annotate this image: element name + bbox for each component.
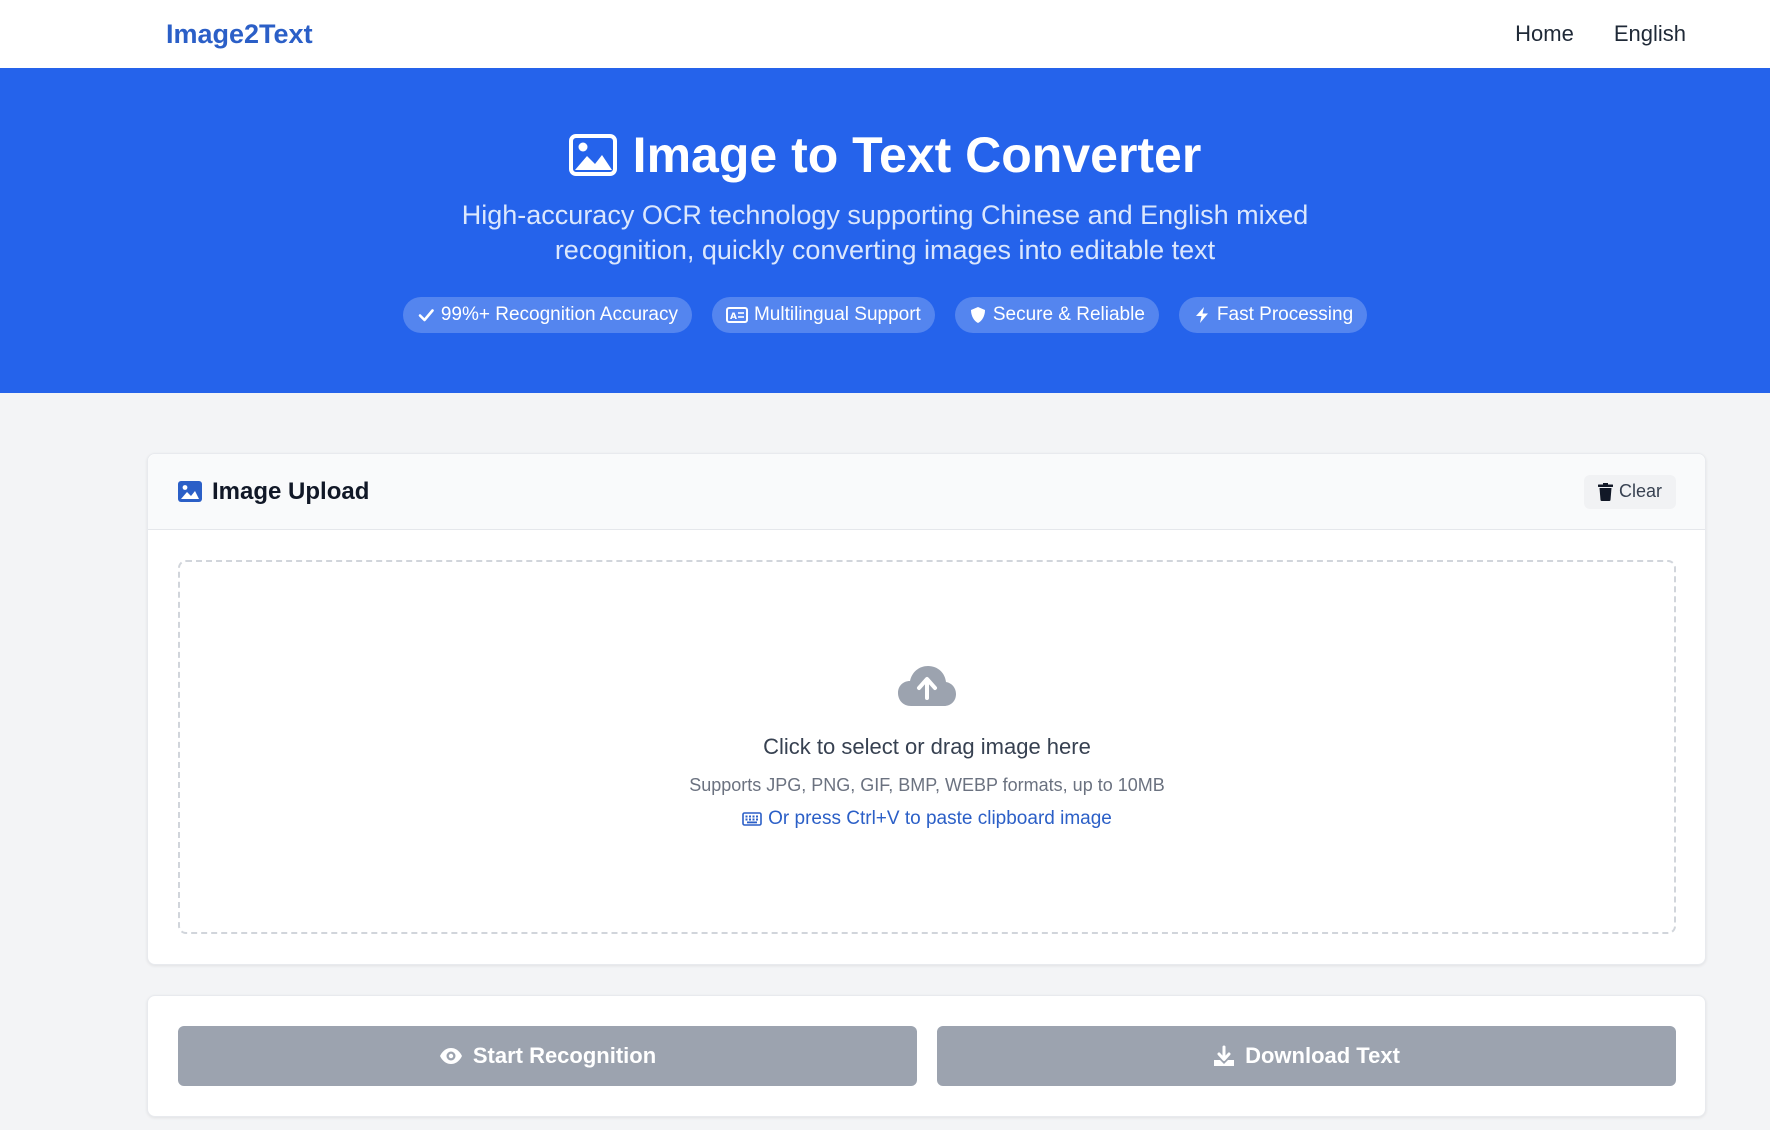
- cloud-upload-icon: [898, 666, 956, 706]
- card-title: Image Upload: [178, 478, 369, 506]
- action-buttons-card: Start Recognition Download Text: [147, 995, 1706, 1117]
- brand-logo[interactable]: Image2Text: [166, 19, 313, 50]
- image-upload-card: Image Upload Clear Click to select or dr…: [147, 453, 1706, 965]
- trash-icon: [1597, 482, 1613, 501]
- hero-banner: Image to Text Converter High-accuracy OC…: [0, 68, 1770, 393]
- download-text-button[interactable]: Download Text: [937, 1026, 1676, 1086]
- hero-title-text: Image to Text Converter: [632, 127, 1202, 183]
- start-recognition-label: Start Recognition: [472, 1043, 657, 1068]
- download-icon: [1214, 1045, 1235, 1066]
- dropzone-instruction: Click to select or drag image here: [763, 734, 1091, 759]
- badge-multilingual: A Multilingual Support: [711, 297, 935, 333]
- feature-badges: 99%+ Recognition Accuracy A Multilingual…: [0, 297, 1770, 333]
- download-text-label: Download Text: [1245, 1043, 1400, 1068]
- supported-formats-text: Supports JPG, PNG, GIF, BMP, WEBP format…: [689, 775, 1165, 795]
- top-navbar: Image2Text Home English: [0, 0, 1770, 68]
- language-selector[interactable]: English: [1614, 21, 1686, 47]
- eye-icon: [439, 1048, 462, 1064]
- language-icon: A: [725, 307, 748, 323]
- image-dropzone[interactable]: Click to select or drag image here Suppo…: [178, 560, 1676, 934]
- bolt-icon: [1195, 307, 1208, 323]
- hero-subtitle: High-accuracy OCR technology supporting …: [461, 200, 1309, 265]
- image-icon: [178, 481, 202, 502]
- check-icon: [418, 309, 434, 322]
- shield-icon: [970, 307, 985, 323]
- hero-title: Image to Text Converter: [0, 126, 1770, 184]
- image-icon: [568, 134, 617, 176]
- badge-label: Fast Processing: [1216, 304, 1354, 325]
- paste-hint-text: Or press Ctrl+V to paste clipboard image: [768, 808, 1112, 829]
- start-recognition-button[interactable]: Start Recognition: [178, 1026, 917, 1086]
- badge-secure: Secure & Reliable: [954, 297, 1159, 333]
- card-title-text: Image Upload: [212, 477, 370, 505]
- badge-fast: Fast Processing: [1178, 297, 1368, 333]
- nav-links: Home English: [1515, 21, 1686, 47]
- clear-button-label: Clear: [1618, 481, 1662, 501]
- badge-label: Multilingual Support: [753, 304, 921, 325]
- nav-home-link[interactable]: Home: [1515, 21, 1574, 47]
- keyboard-icon: [742, 812, 762, 826]
- svg-text:A: A: [730, 312, 737, 322]
- paste-hint: Or press Ctrl+V to paste clipboard image: [180, 808, 1674, 830]
- clear-button[interactable]: Clear: [1583, 474, 1676, 509]
- badge-label: 99%+ Recognition Accuracy: [440, 304, 678, 325]
- badge-accuracy: 99%+ Recognition Accuracy: [402, 297, 692, 333]
- badge-label: Secure & Reliable: [992, 304, 1145, 325]
- card-header: Image Upload Clear: [148, 454, 1705, 530]
